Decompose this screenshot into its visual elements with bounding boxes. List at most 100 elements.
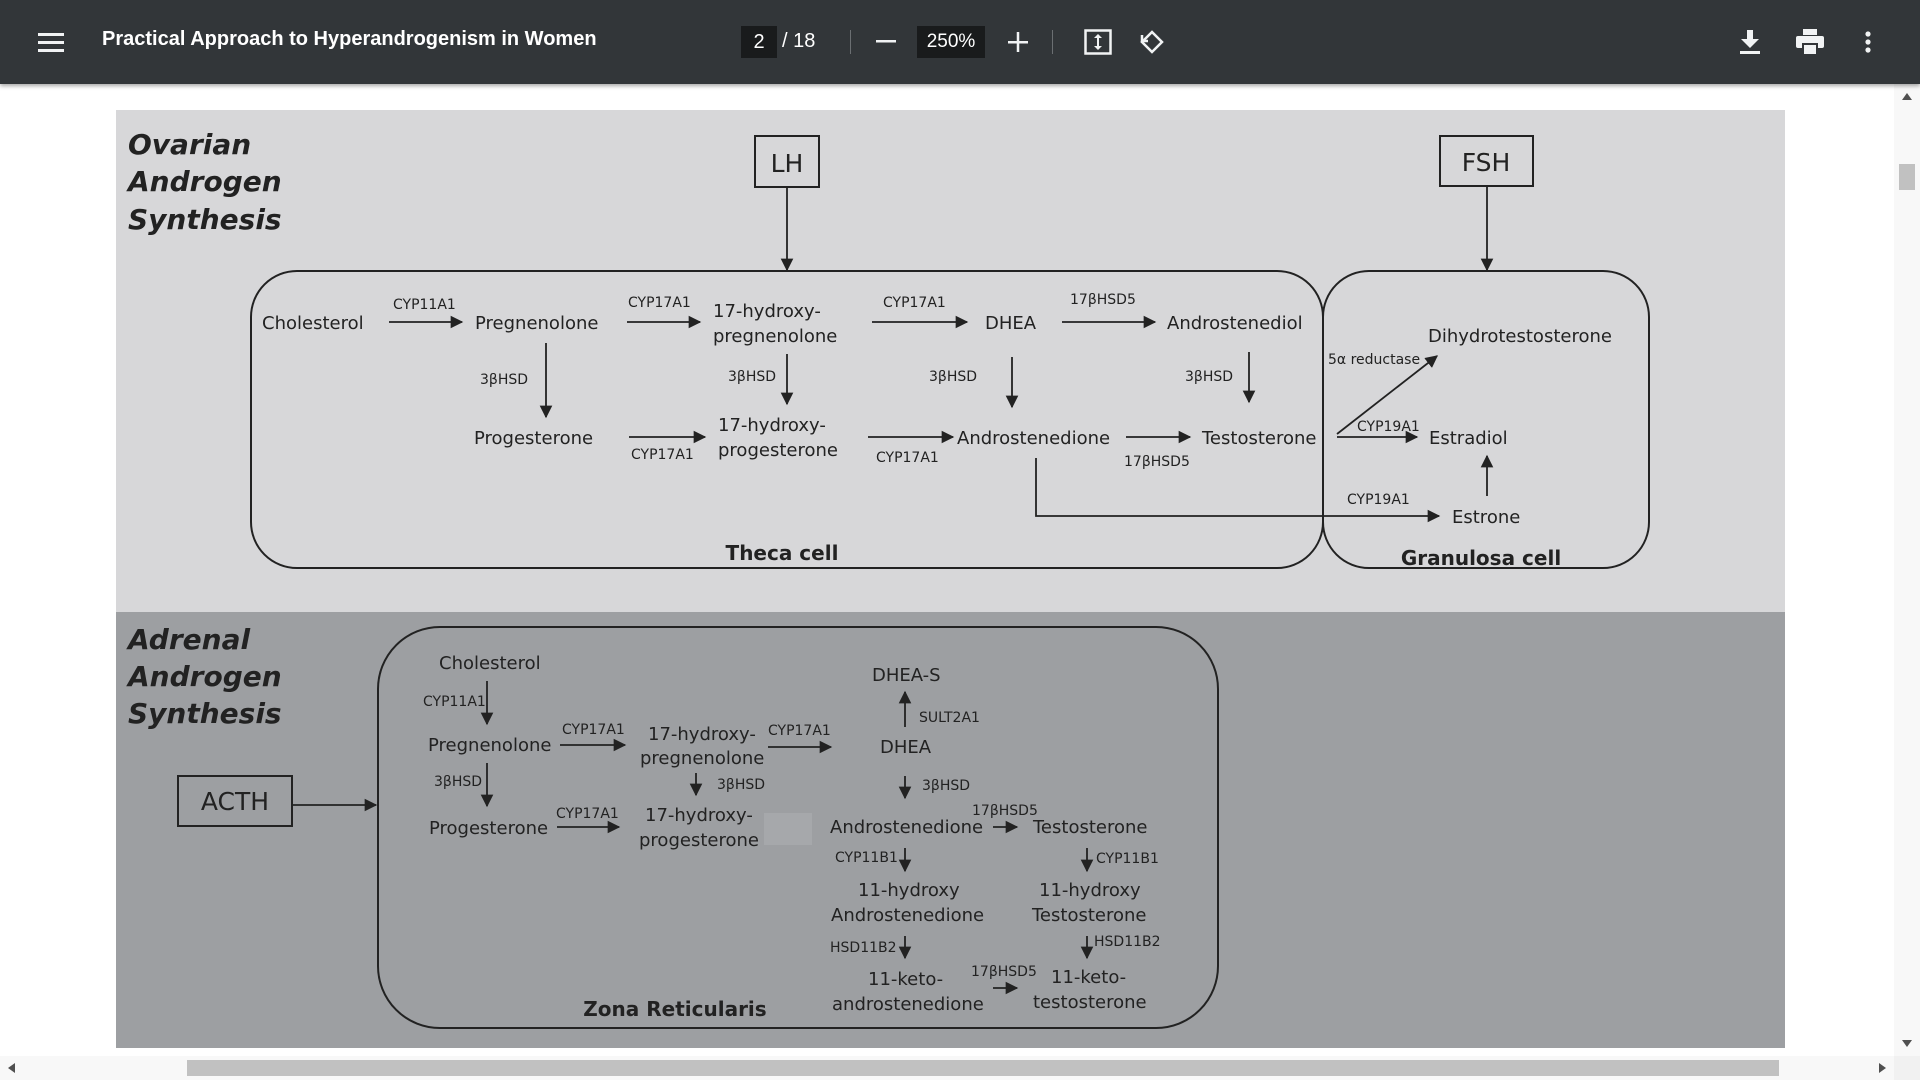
ov-17bhsd5-1: 17βHSD5 xyxy=(1070,292,1136,308)
pdf-toolbar: Practical Approach to Hyperandrogenism i… xyxy=(0,0,1920,84)
vertical-scrollbar[interactable] xyxy=(1894,84,1920,1056)
hamburger-menu-icon[interactable] xyxy=(34,26,68,58)
zona-reticularis-label: Zona Reticularis xyxy=(583,997,766,1021)
ad-cyp17a1-2: CYP17A1 xyxy=(556,806,619,822)
scroll-up-arrow-icon xyxy=(1902,93,1912,100)
ad-sult2a1: SULT2A1 xyxy=(919,710,980,726)
page-number-input[interactable]: 2 xyxy=(741,26,777,58)
more-options-button[interactable] xyxy=(1852,24,1884,60)
ov-3bhsd-3: 3βHSD xyxy=(929,369,977,385)
horizontal-scrollbar[interactable] xyxy=(0,1056,1894,1080)
ov-estradiol: Estradiol xyxy=(1429,428,1508,449)
ad-11oh-andro-2: Androstenedione xyxy=(831,905,984,926)
ov-testosterone: Testosterone xyxy=(1201,428,1316,449)
ov-17oh-prog-2: progesterone xyxy=(718,440,838,461)
lh-label: LH xyxy=(771,149,804,178)
ov-17oh-preg-2: pregnenolone xyxy=(713,326,837,347)
fit-page-button[interactable] xyxy=(1080,24,1116,60)
toolbar-divider xyxy=(850,30,851,54)
fit-page-icon xyxy=(1084,29,1112,55)
ov-17bhsd5-2: 17βHSD5 xyxy=(1124,454,1190,470)
ad-11keto-andro-2: androstenedione xyxy=(832,994,984,1015)
download-icon xyxy=(1740,30,1760,54)
print-icon xyxy=(1796,29,1824,55)
ad-cyp17a1-3: CYP17A1 xyxy=(768,723,831,739)
ov-cyp17a1-3: CYP17A1 xyxy=(631,447,694,463)
ov-cyp17a1-4: CYP17A1 xyxy=(876,450,939,466)
ad-17bhsd5-2: 17βHSD5 xyxy=(971,964,1037,980)
scroll-down-arrow-icon xyxy=(1902,1040,1912,1047)
plus-icon xyxy=(1008,32,1028,52)
ov-progesterone: Progesterone xyxy=(474,428,593,449)
ad-11keto-testo-1: 11-keto- xyxy=(1051,967,1126,988)
ad-cholesterol: Cholesterol xyxy=(439,653,541,674)
adrenal-title-line2: Androgen xyxy=(126,660,282,693)
toolbar-divider xyxy=(1052,30,1053,54)
download-button[interactable] xyxy=(1732,24,1768,60)
ov-17oh-preg-1: 17-hydroxy- xyxy=(713,301,821,322)
ad-17oh-prog-2: progesterone xyxy=(639,830,759,851)
ov-cyp19a1-2: CYP19A1 xyxy=(1347,492,1410,508)
ov-3bhsd-1: 3βHSD xyxy=(480,372,528,388)
ad-3bhsd-1: 3βHSD xyxy=(434,774,482,790)
acth-label: ACTH xyxy=(201,787,269,816)
ad-3bhsd-2: 3βHSD xyxy=(717,777,765,793)
ad-cyp11a1: CYP11A1 xyxy=(423,694,486,710)
ad-3bhsd-3: 3βHSD xyxy=(922,778,970,794)
ov-cholesterol: Cholesterol xyxy=(262,313,364,334)
print-button[interactable] xyxy=(1791,24,1829,60)
figure-artifact xyxy=(764,813,812,845)
ad-11oh-andro-1: 11-hydroxy xyxy=(858,880,960,901)
ad-dhea-s: DHEA-S xyxy=(872,665,941,686)
zoom-level-input[interactable]: 250% xyxy=(917,26,985,58)
ad-cyp11b1-2: CYP11B1 xyxy=(1096,851,1159,867)
ad-cyp17a1-1: CYP17A1 xyxy=(562,722,625,738)
document-title: Practical Approach to Hyperandrogenism i… xyxy=(102,28,597,50)
fsh-label: FSH xyxy=(1462,148,1511,177)
ov-cyp19a1-1: CYP19A1 xyxy=(1357,419,1420,435)
scroll-left-arrow-icon xyxy=(8,1063,15,1073)
ov-dhea: DHEA xyxy=(985,313,1037,334)
ov-3bhsd-2: 3βHSD xyxy=(728,369,776,385)
ad-11keto-testo-2: testosterone xyxy=(1033,992,1147,1013)
ad-testosterone: Testosterone xyxy=(1032,817,1147,838)
ov-17oh-prog-1: 17-hydroxy- xyxy=(718,415,826,436)
ad-11keto-andro-1: 11-keto- xyxy=(868,969,943,990)
zoom-out-button[interactable] xyxy=(870,26,902,58)
ad-hsd11b2-2: HSD11B2 xyxy=(1094,934,1161,950)
zoom-in-button[interactable] xyxy=(1002,26,1034,58)
ad-17bhsd5-1: 17βHSD5 xyxy=(972,803,1038,819)
ovarian-title-line1: Ovarian xyxy=(128,128,251,161)
adrenal-title-line1: Adrenal xyxy=(126,623,250,656)
rotate-icon xyxy=(1140,30,1164,54)
ov-cyp11a1: CYP11A1 xyxy=(393,297,456,313)
ov-dihydrotestosterone: Dihydrotestosterone xyxy=(1428,326,1612,347)
more-vert-icon xyxy=(1865,31,1871,53)
ad-dhea: DHEA xyxy=(880,737,932,758)
adrenal-title-line3: Synthesis xyxy=(128,697,282,730)
ovarian-title-line3: Synthesis xyxy=(128,203,282,236)
ov-estrone: Estrone xyxy=(1452,507,1520,528)
ad-17oh-preg-2: pregnenolone xyxy=(640,748,764,769)
ad-hsd11b2-1: HSD11B2 xyxy=(830,940,897,956)
scrollbar-corner xyxy=(1894,1056,1920,1080)
ad-11oh-testo-2: Testosterone xyxy=(1031,905,1146,926)
ad-17oh-prog-1: 17-hydroxy- xyxy=(645,805,753,826)
ov-5a-reductase: 5α reductase xyxy=(1328,352,1420,368)
ov-androstenedione: Androstenedione xyxy=(957,428,1110,449)
theca-cell-label: Theca cell xyxy=(726,541,839,565)
vertical-scroll-thumb xyxy=(1899,164,1915,190)
ovarian-title-line2: Androgen xyxy=(126,165,282,198)
ad-17oh-preg-1: 17-hydroxy- xyxy=(648,724,756,745)
scroll-right-arrow-icon xyxy=(1879,1063,1886,1073)
ov-3bhsd-4: 3βHSD xyxy=(1185,369,1233,385)
ovarian-panel xyxy=(116,110,1785,612)
ad-androstenedione: Androstenedione xyxy=(830,817,983,838)
document-viewer[interactable]: Ovarian Androgen Synthesis LH FSH Theca … xyxy=(0,84,1894,1056)
minus-icon xyxy=(876,40,896,43)
ov-androstenediol: Androstenediol xyxy=(1167,313,1303,334)
ad-11oh-testo-1: 11-hydroxy xyxy=(1039,880,1141,901)
ov-pregnenolone: Pregnenolone xyxy=(475,313,598,334)
page-figure: Ovarian Androgen Synthesis LH FSH Theca … xyxy=(116,110,1785,1048)
rotate-button[interactable] xyxy=(1134,24,1170,60)
